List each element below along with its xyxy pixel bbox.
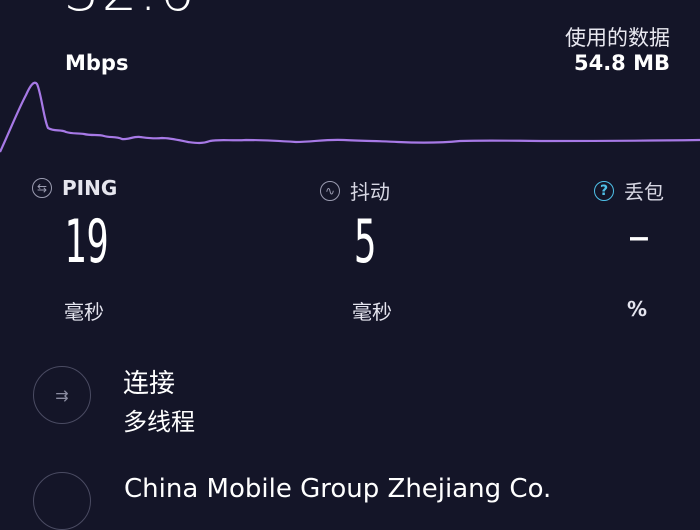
data-used-label: 使用的数据 xyxy=(565,26,670,50)
jitter-icon: ∿ xyxy=(320,180,340,201)
speed-graph-line xyxy=(0,81,700,153)
ping-label-group: ⇆ PING xyxy=(32,176,117,200)
ping-unit: 毫秒 xyxy=(64,300,104,324)
connections-subtitle: 多线程 xyxy=(123,408,195,436)
packet-loss-value: – xyxy=(630,208,648,264)
connections-title: 连接 xyxy=(123,369,176,399)
jitter-unit: 毫秒 xyxy=(352,300,392,324)
packet-loss-label: 丢包 xyxy=(624,180,664,204)
jitter-value: 5 xyxy=(354,207,377,277)
speed-graph xyxy=(0,81,700,153)
provider-icon[interactable] xyxy=(33,472,91,530)
packet-loss-unit: % xyxy=(627,297,648,321)
ping-value: 19 xyxy=(64,207,109,277)
help-icon[interactable]: ? xyxy=(594,180,614,201)
ping-label: PING xyxy=(62,176,118,200)
connections-icon[interactable]: ⇉ xyxy=(33,366,91,424)
packet-loss-label-group[interactable]: ? 丢包 xyxy=(594,176,664,205)
provider-name: China Mobile Group Zhejiang Co. xyxy=(124,474,552,504)
jitter-label: 抖动 xyxy=(350,180,390,204)
speed-value: 32.6 xyxy=(64,0,197,20)
jitter-label-group: ∿ 抖动 xyxy=(320,176,390,205)
ping-icon: ⇆ xyxy=(32,178,52,198)
